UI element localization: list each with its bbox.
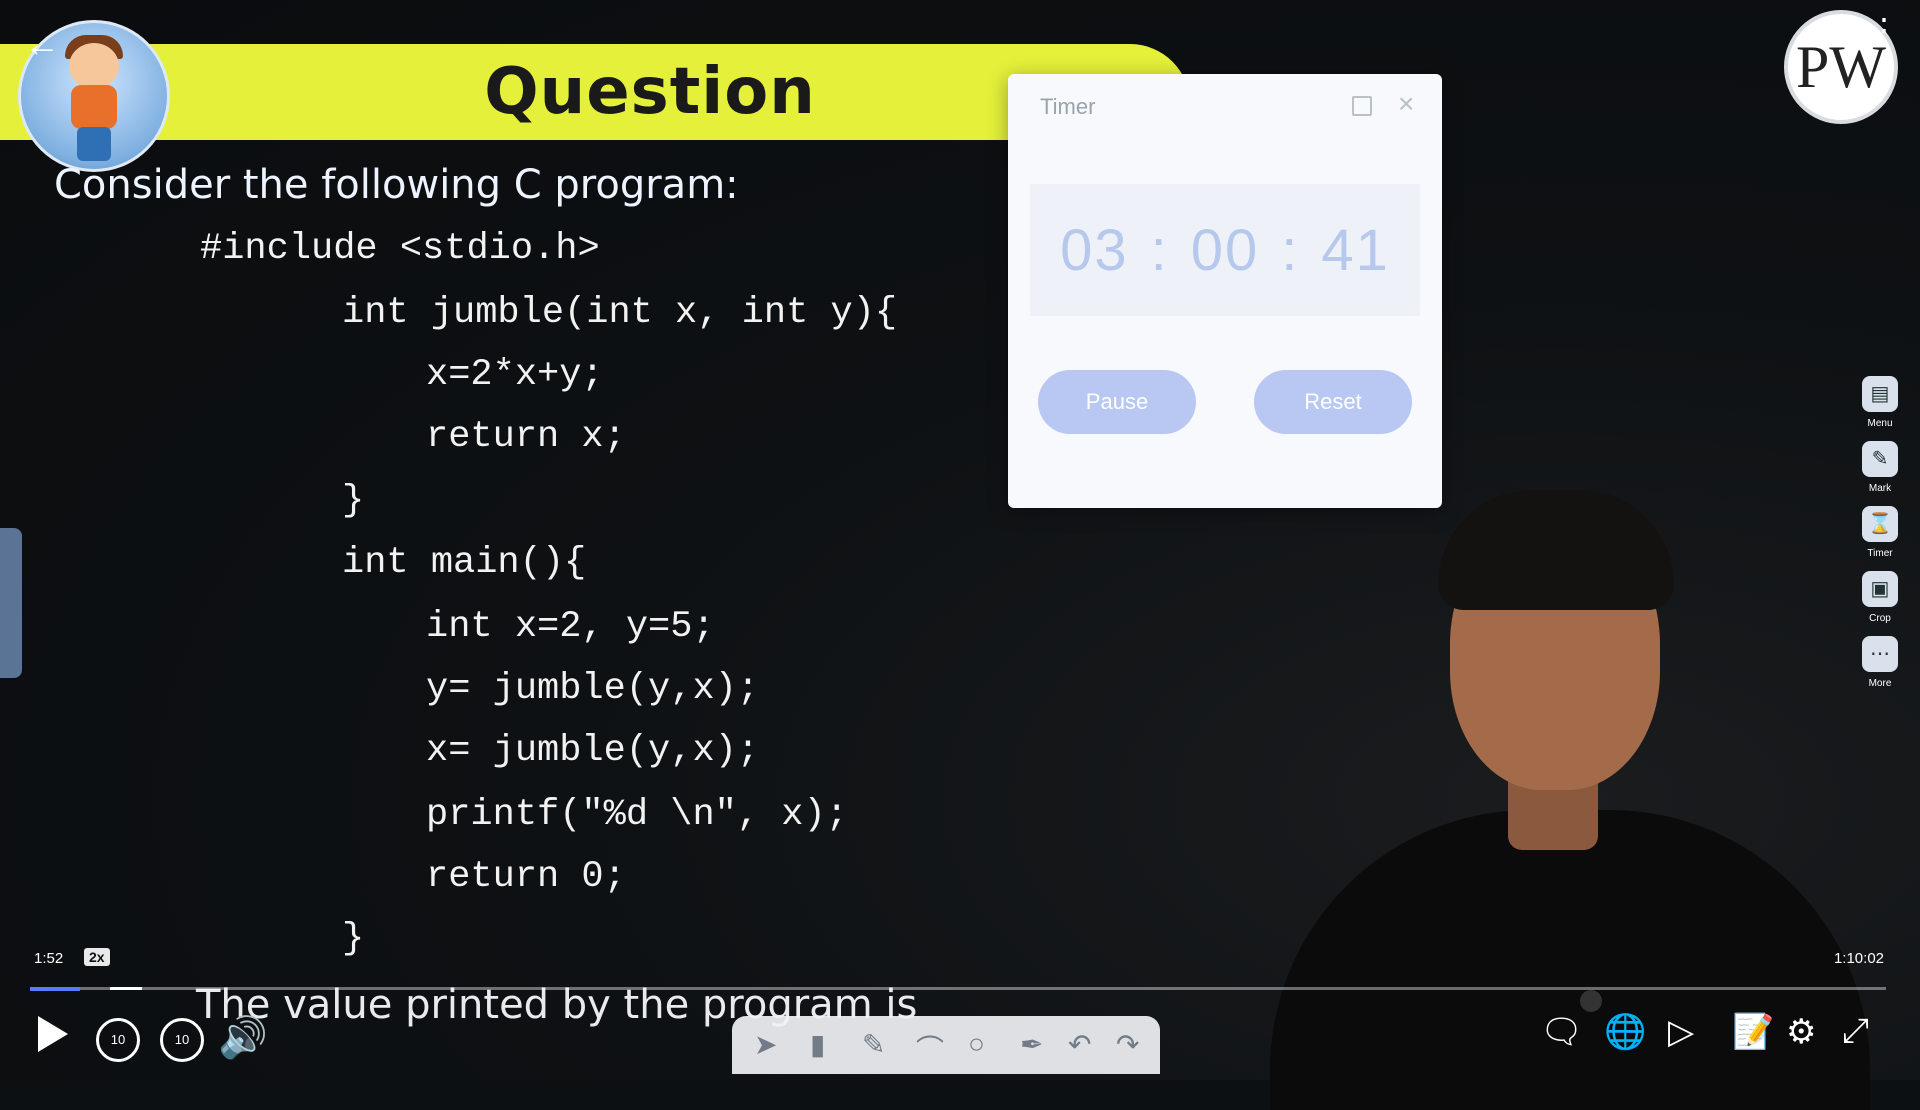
pip-icon[interactable]: ▷ bbox=[1668, 1012, 1694, 1052]
code-line: x= jumble(y,x); bbox=[426, 730, 760, 772]
code-line: return 0; bbox=[426, 856, 626, 898]
highlighter-icon[interactable]: ▮ bbox=[810, 1028, 825, 1061]
timer-seconds: 41 bbox=[1321, 217, 1390, 283]
code-line: int x=2, y=5; bbox=[426, 606, 715, 648]
code-line: x=2*x+y; bbox=[426, 354, 604, 396]
code-line: y= jumble(y,x); bbox=[426, 668, 760, 710]
playback-speed-badge[interactable]: 2x bbox=[84, 948, 110, 966]
rewind-icon: 10 bbox=[110, 1032, 126, 1047]
code-line: } bbox=[342, 480, 365, 522]
timer-separator: : bbox=[1150, 217, 1169, 283]
play-icon bbox=[38, 1016, 68, 1052]
cursor-icon[interactable]: ➤ bbox=[754, 1028, 777, 1061]
timer-hours: 03 bbox=[1060, 217, 1129, 283]
seek-bar[interactable] bbox=[30, 987, 1886, 990]
timer-display: 03 : 00 : 41 bbox=[1030, 184, 1420, 316]
settings-icon[interactable]: ⚙ bbox=[1786, 1012, 1816, 1052]
brush-icon[interactable]: ✒ bbox=[1020, 1028, 1043, 1061]
presenter-video bbox=[1250, 480, 1920, 1110]
chat-icon[interactable]: 🗨 bbox=[1540, 1012, 1583, 1052]
rail-item-menu[interactable]: ▤ Menu bbox=[1856, 376, 1904, 429]
rail-label: Menu bbox=[1867, 418, 1893, 429]
play-button[interactable] bbox=[32, 1012, 72, 1056]
menu-icon: ▤ bbox=[1862, 376, 1898, 412]
timer-minutes: 00 bbox=[1190, 217, 1260, 283]
translate-icon[interactable]: 🌐 bbox=[1604, 1012, 1646, 1052]
maximize-icon[interactable] bbox=[1352, 96, 1372, 116]
current-time: 1:52 bbox=[34, 950, 64, 967]
code-line: } bbox=[342, 918, 365, 960]
eraser-icon[interactable]: ○ bbox=[968, 1028, 985, 1060]
timer-title: Timer bbox=[1040, 94, 1096, 119]
pen-icon[interactable]: ✎ bbox=[862, 1028, 885, 1061]
forward-icon: 10 bbox=[174, 1032, 190, 1047]
more-vertical-icon[interactable]: ⋮ bbox=[1868, 14, 1900, 46]
pencil-icon: ✎ bbox=[1862, 441, 1898, 477]
exit-fullscreen-icon[interactable]: ⤢ bbox=[1842, 1012, 1869, 1051]
forward-10-button[interactable]: 10 bbox=[160, 1018, 204, 1062]
seek-progress bbox=[30, 987, 81, 991]
curve-icon[interactable]: ⌒ bbox=[916, 1028, 944, 1068]
notes-icon[interactable]: 📝 bbox=[1732, 1012, 1774, 1052]
timer-separator: : bbox=[1281, 217, 1300, 283]
undo-icon[interactable]: ↶ bbox=[1068, 1028, 1091, 1061]
reset-button[interactable]: Reset bbox=[1254, 370, 1412, 434]
code-line: int jumble(int x, int y){ bbox=[342, 292, 898, 334]
code-line: printf("%d \n", x); bbox=[426, 794, 848, 836]
code-line: #include <stdio.h> bbox=[200, 228, 600, 270]
annotation-toolbar: ➤ ▮ ✎ ⌒ ○ ✒ ↶ ↷ bbox=[732, 1016, 1160, 1074]
total-duration: 1:10:02 bbox=[1833, 950, 1884, 967]
code-line: int main(){ bbox=[342, 542, 587, 584]
timer-widget: Timer × 03 : 00 : 41 Pause Reset bbox=[1008, 74, 1442, 508]
close-icon[interactable]: × bbox=[1398, 88, 1414, 120]
side-drawer-handle[interactable] bbox=[0, 528, 22, 678]
code-block: #include <stdio.h> int jumble(int x, int… bbox=[0, 0, 897, 960]
seek-buffer bbox=[110, 987, 142, 990]
rewind-10-button[interactable]: 10 bbox=[96, 1018, 140, 1062]
redo-icon[interactable]: ↷ bbox=[1116, 1028, 1139, 1061]
slide-subtitle: Consider the following C program: bbox=[54, 162, 739, 208]
code-line: return x; bbox=[426, 416, 626, 458]
pause-button[interactable]: Pause bbox=[1038, 370, 1196, 434]
volume-icon[interactable]: 🔊 bbox=[218, 1014, 268, 1061]
